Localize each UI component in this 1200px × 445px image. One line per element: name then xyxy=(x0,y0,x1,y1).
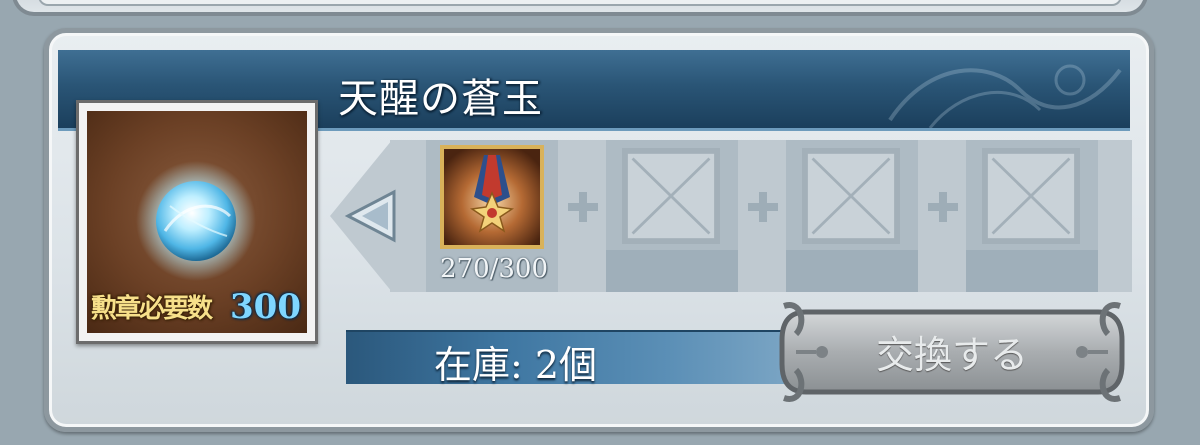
empty-slot-icon xyxy=(982,148,1080,244)
medal-icon[interactable] xyxy=(440,145,544,249)
ornament-decoration-icon xyxy=(888,64,1122,128)
diamond-arrow-icon xyxy=(344,189,396,243)
required-count-value: 300 xyxy=(230,287,301,327)
plus-icon xyxy=(928,192,958,222)
stock-count: 在庫: 2個 xyxy=(434,343,598,387)
item-image: 勲章必要数 300 xyxy=(87,111,307,333)
item-name: 天醒の蒼玉 xyxy=(338,76,543,122)
previous-item-card xyxy=(12,0,1148,16)
empty-slot-icon xyxy=(622,148,720,244)
empty-slot-icon xyxy=(802,148,900,244)
plus-icon xyxy=(568,192,598,222)
medal-progress-count: 270/300 xyxy=(439,254,548,284)
plus-icon xyxy=(748,192,778,222)
required-count-text: 勲章必要数 xyxy=(91,294,213,324)
exchange-button[interactable]: 交換する xyxy=(776,300,1128,404)
required-count-label: 勲章必要数 300 xyxy=(87,287,307,329)
item-icon-frame[interactable]: 勲章必要数 300 xyxy=(76,100,318,344)
blue-orb-icon xyxy=(136,161,256,281)
exchange-button-label: 交換する xyxy=(875,333,1028,377)
